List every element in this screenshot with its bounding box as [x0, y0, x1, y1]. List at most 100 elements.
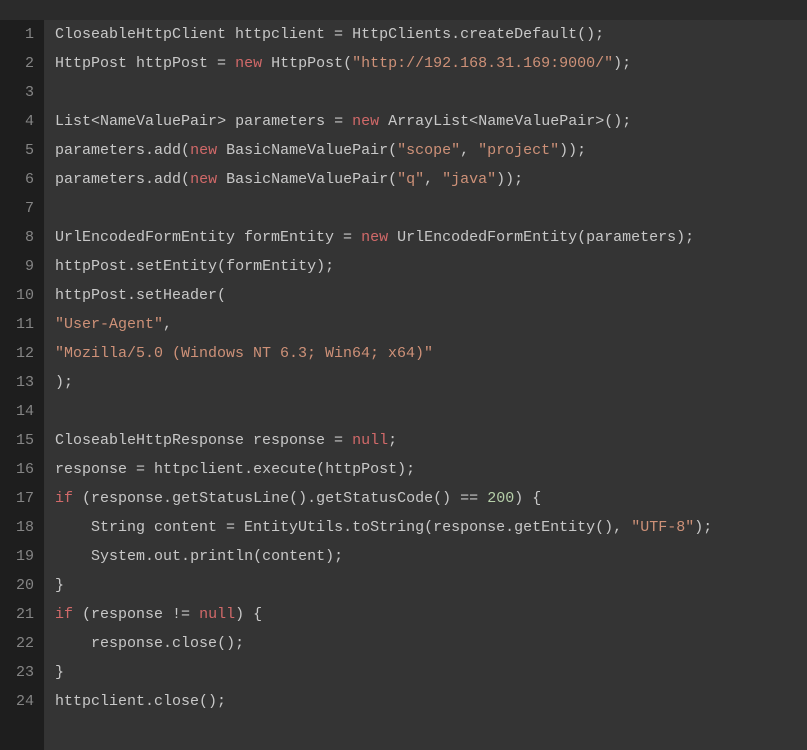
code-token: () [433, 490, 460, 507]
line-number: 22 [6, 629, 34, 658]
code-token: (), [595, 519, 631, 536]
code-token: . [505, 519, 514, 536]
line-number: 14 [6, 397, 34, 426]
code-token: == [460, 490, 478, 507]
code-line[interactable]: } [55, 658, 807, 687]
code-line[interactable] [55, 194, 807, 223]
code-token: "User-Agent" [55, 316, 163, 333]
code-token: if [55, 606, 73, 623]
code-token: (); [199, 693, 226, 710]
code-token: println [190, 548, 253, 565]
code-line[interactable]: String content = EntityUtils.toString(re… [55, 513, 807, 542]
code-line[interactable]: HttpPost httpPost = new HttpPost("http:/… [55, 49, 807, 78]
code-token: } [55, 577, 64, 594]
code-token: ( [316, 461, 325, 478]
code-token: ( [217, 258, 226, 275]
line-number: 13 [6, 368, 34, 397]
code-token: . [163, 635, 172, 652]
code-token: NameValuePair [100, 113, 217, 130]
code-token: ; [388, 432, 397, 449]
code-line[interactable]: CloseableHttpClient httpclient = HttpCli… [55, 20, 807, 49]
code-token [226, 55, 235, 72]
code-token: getStatusLine [172, 490, 289, 507]
code-line[interactable]: response.close(); [55, 629, 807, 658]
code-token: , [424, 171, 442, 188]
line-number: 3 [6, 78, 34, 107]
code-line[interactable]: List<NameValuePair> parameters = new Arr… [55, 107, 807, 136]
code-token: . [127, 258, 136, 275]
code-token: ); [325, 548, 343, 565]
code-line[interactable]: UrlEncodedFormEntity formEntity = new Ur… [55, 223, 807, 252]
code-token: ) { [514, 490, 541, 507]
code-token: . [181, 548, 190, 565]
code-token: . [244, 461, 253, 478]
code-token: "scope" [397, 142, 460, 159]
code-token: (); [217, 635, 244, 652]
code-editor[interactable]: 123456789101112131415161718192021222324 … [0, 0, 807, 750]
code-token: httpPost [55, 287, 127, 304]
code-line[interactable]: ); [55, 368, 807, 397]
code-line[interactable]: if (response != null) { [55, 600, 807, 629]
code-token: response [433, 519, 505, 536]
code-area[interactable]: CloseableHttpClient httpclient = HttpCli… [45, 20, 807, 750]
code-line[interactable]: httpPost.setHeader( [55, 281, 807, 310]
code-token: content [262, 548, 325, 565]
code-token: ( [217, 287, 226, 304]
line-number: 18 [6, 513, 34, 542]
code-token: ( [253, 548, 262, 565]
code-token: = [334, 432, 343, 449]
code-token: ( [73, 490, 91, 507]
code-token: "UTF-8" [631, 519, 694, 536]
code-token: = [343, 229, 352, 246]
code-token: ( [181, 142, 190, 159]
code-line[interactable]: parameters.add(new BasicNameValuePair("s… [55, 136, 807, 165]
code-line[interactable]: System.out.println(content); [55, 542, 807, 571]
code-token: toString [352, 519, 424, 536]
code-token: response [91, 490, 163, 507]
code-line[interactable] [55, 78, 807, 107]
code-token: ); [694, 519, 712, 536]
code-token: ArrayList [379, 113, 469, 130]
code-token: < [91, 113, 100, 130]
code-token: ); [55, 374, 73, 391]
code-token: response [55, 635, 163, 652]
code-token: parameters [586, 229, 676, 246]
code-token: . [145, 693, 154, 710]
code-token: new [235, 55, 262, 72]
code-token: . [451, 26, 460, 43]
code-token: ( [181, 171, 190, 188]
code-line[interactable] [55, 397, 807, 426]
code-token: null [352, 432, 388, 449]
code-token: out [154, 548, 181, 565]
code-token: new [361, 229, 388, 246]
line-number-gutter: 123456789101112131415161718192021222324 [0, 20, 45, 750]
code-line[interactable]: "Mozilla/5.0 (Windows NT 6.3; Win64; x64… [55, 339, 807, 368]
code-token: setHeader [136, 287, 217, 304]
code-token: getEntity [514, 519, 595, 536]
code-token: (); [577, 26, 604, 43]
code-token: HttpClients [343, 26, 451, 43]
code-token: "java" [442, 171, 496, 188]
code-token: close [172, 635, 217, 652]
code-token: parameters [226, 113, 334, 130]
code-line[interactable]: httpPost.setEntity(formEntity); [55, 252, 807, 281]
code-line[interactable]: if (response.getStatusLine().getStatusCo… [55, 484, 807, 513]
code-line[interactable]: httpclient.close(); [55, 687, 807, 716]
code-token: response [55, 461, 136, 478]
code-line[interactable]: CloseableHttpResponse response = null; [55, 426, 807, 455]
code-token: = [226, 519, 235, 536]
code-line[interactable]: response = httpclient.execute(httpPost); [55, 455, 807, 484]
code-token [190, 606, 199, 623]
code-line[interactable]: parameters.add(new BasicNameValuePair("q… [55, 165, 807, 194]
line-number: 19 [6, 542, 34, 571]
code-token: >(); [595, 113, 631, 130]
code-token: UrlEncodedFormEntity [388, 229, 577, 246]
code-token: HttpPost [262, 55, 343, 72]
code-line[interactable]: } [55, 571, 807, 600]
code-line[interactable]: "User-Agent", [55, 310, 807, 339]
line-number: 4 [6, 107, 34, 136]
line-number: 12 [6, 339, 34, 368]
code-token [352, 229, 361, 246]
code-token: List [55, 113, 91, 130]
code-token: ( [388, 171, 397, 188]
